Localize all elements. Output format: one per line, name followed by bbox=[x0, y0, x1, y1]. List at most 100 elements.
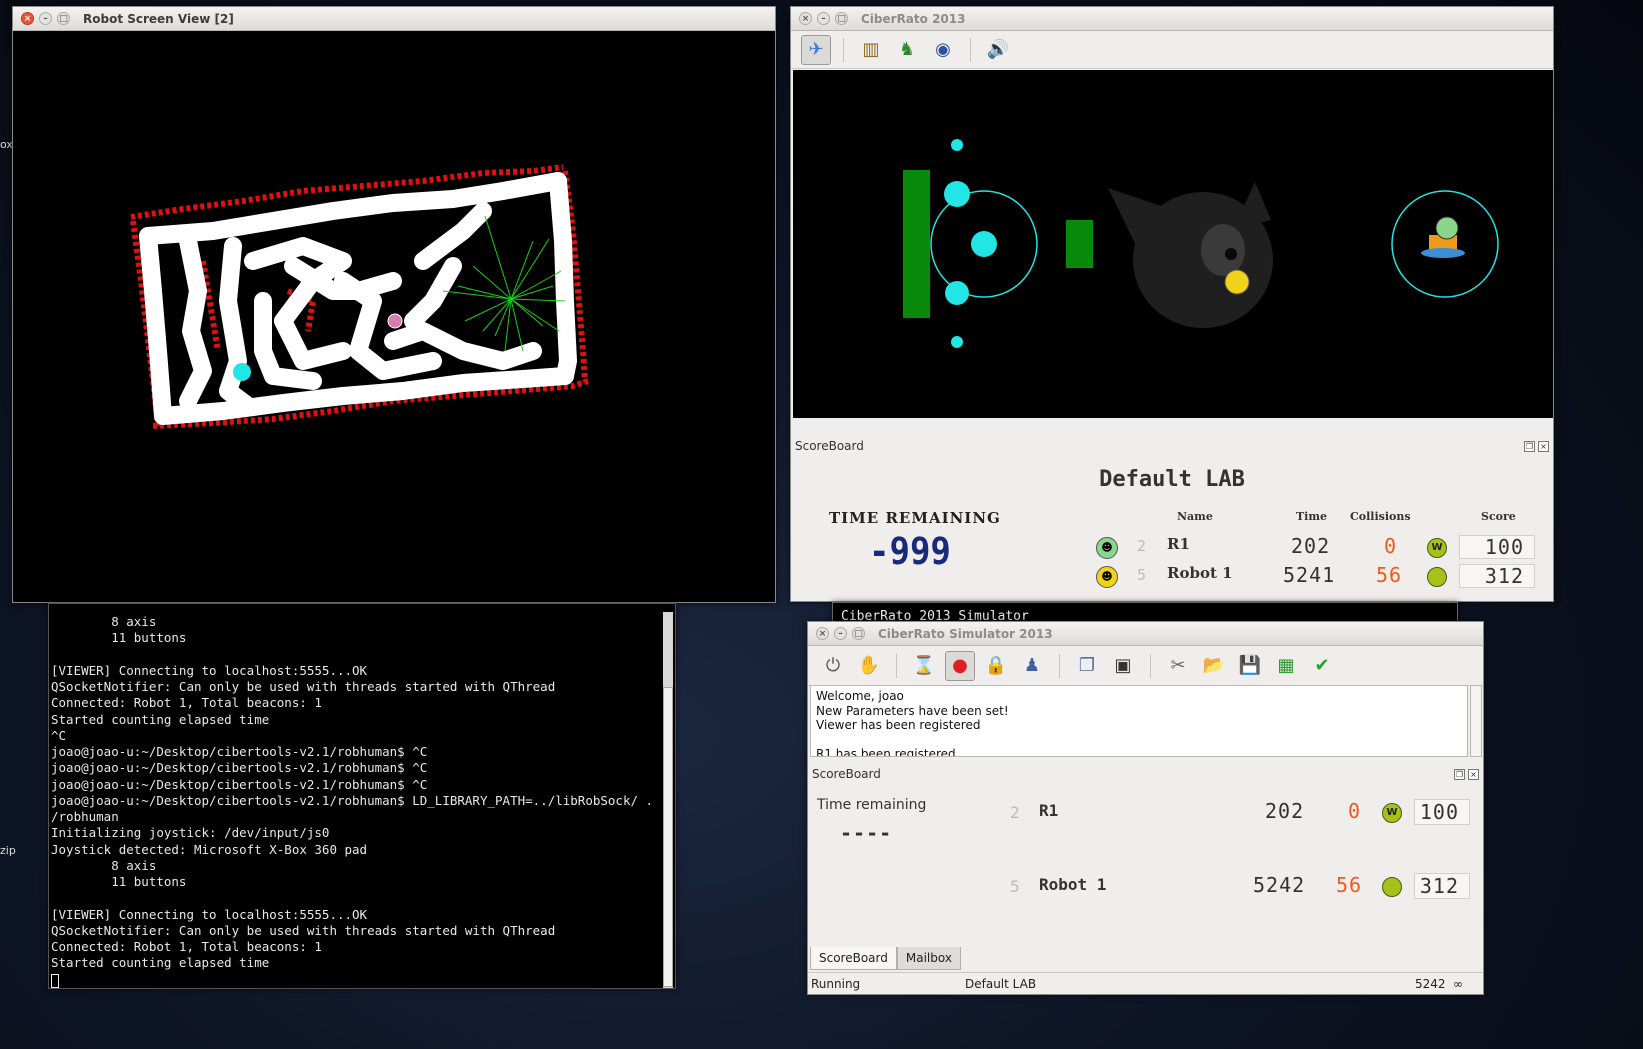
robot-r1-avatar: ☻ bbox=[1096, 537, 1118, 559]
scrollbar-thumb[interactable] bbox=[663, 687, 673, 987]
hourglass-icon[interactable]: ⌛ bbox=[909, 651, 939, 681]
beacon-dot bbox=[951, 336, 963, 348]
robot-add-icon[interactable]: ♟ bbox=[1017, 651, 1047, 681]
minimize-icon[interactable]: – bbox=[817, 12, 830, 25]
robot-view-titlebar[interactable]: × – □ Robot Screen View [2] bbox=[13, 7, 775, 31]
message-line: Viewer has been registered bbox=[816, 718, 981, 732]
row-score: 100 bbox=[1459, 535, 1535, 559]
simulator-titlebar[interactable]: × – □ CiberRato Simulator 2013 bbox=[808, 622, 1483, 646]
connect-icon[interactable]: ✈ bbox=[801, 34, 831, 65]
wall-block bbox=[1066, 220, 1093, 268]
time-remaining-value: ---- bbox=[840, 821, 893, 845]
start-icon[interactable]: ● bbox=[945, 650, 975, 681]
time-remaining-value: -999 bbox=[869, 530, 951, 574]
stop-hand-icon[interactable]: ✋ bbox=[854, 651, 884, 681]
desktop-label-ox: ox bbox=[0, 138, 13, 151]
status-infinity: ∞ bbox=[1453, 977, 1463, 991]
status-bar: Running Default LAB 5242 ∞ bbox=[808, 972, 1483, 994]
message-log-scrollbar[interactable] bbox=[1470, 685, 1482, 757]
books-icon[interactable]: ▥ bbox=[856, 35, 886, 65]
terminal-line: joao@joao-u:~/Desktop/cibertools-v2.1/ro… bbox=[51, 744, 428, 759]
wall-ball-icon: W bbox=[1427, 538, 1447, 558]
tools-icon[interactable]: ✂ bbox=[1163, 651, 1193, 681]
power-icon[interactable]: ⏻ bbox=[818, 651, 848, 681]
row-name: R1 bbox=[1167, 535, 1190, 553]
camera-icon[interactable]: ◉ bbox=[928, 35, 958, 65]
check-icon[interactable]: ✔ bbox=[1307, 651, 1337, 681]
terminal-cursor bbox=[51, 973, 59, 988]
tab-scoreboard[interactable]: ScoreBoard bbox=[810, 947, 897, 970]
speaker-icon[interactable]: 🔊 bbox=[983, 35, 1013, 65]
window-title: CiberRato 2013 bbox=[861, 11, 966, 26]
minimize-icon[interactable]: – bbox=[39, 12, 52, 25]
ciberrato-titlebar[interactable]: × – □ CiberRato 2013 bbox=[791, 7, 1553, 31]
lock-icon[interactable]: 🔒 bbox=[981, 651, 1011, 681]
row-score: 100 bbox=[1414, 799, 1470, 825]
status-lab: Default LAB bbox=[965, 977, 1037, 991]
close-icon[interactable]: × bbox=[1468, 768, 1479, 780]
robot-r1-icon bbox=[1435, 216, 1459, 240]
explored-map bbox=[130, 164, 589, 429]
terminal-line: Joystick detected: Microsoft X-Box 360 p… bbox=[51, 841, 368, 857]
row-time: 5242 bbox=[1253, 873, 1306, 897]
monitor-icon[interactable]: ▣ bbox=[1108, 651, 1138, 681]
robot-icon[interactable]: ♞ bbox=[892, 35, 922, 65]
tab-mailbox[interactable]: Mailbox bbox=[896, 947, 961, 970]
close-icon[interactable]: × bbox=[1538, 440, 1549, 452]
message-line: New Parameters have been set! bbox=[816, 703, 1009, 718]
row-time: 5241 bbox=[1283, 563, 1336, 587]
arena-view bbox=[793, 70, 1553, 418]
terminal-line: Started counting elapsed time bbox=[51, 955, 270, 971]
terminal-window[interactable]: 8 axis 11 buttons [VIEWER] Connecting to… bbox=[48, 603, 676, 989]
terminal-line: ^C bbox=[51, 727, 67, 743]
maximize-icon[interactable]: □ bbox=[57, 12, 70, 25]
row-position: 2 bbox=[1137, 537, 1148, 555]
maximize-icon[interactable]: □ bbox=[835, 12, 848, 25]
float-icon[interactable]: ❐ bbox=[1454, 768, 1465, 780]
wall-block bbox=[903, 170, 930, 318]
terminal-line: QSocketNotifier: Can only be used with t… bbox=[51, 679, 556, 694]
message-log[interactable]: Welcome, joao New Parameters have been s… bbox=[810, 685, 1468, 757]
row-time: 202 bbox=[1291, 534, 1331, 558]
toolbar-separator bbox=[970, 37, 971, 62]
float-icon[interactable]: ❐ bbox=[1524, 440, 1535, 452]
open-folder-icon[interactable]: 📂 bbox=[1199, 651, 1229, 681]
column-header-name: Name bbox=[1177, 510, 1213, 523]
toolbar-separator bbox=[843, 37, 844, 62]
windows-icon[interactable]: ❐ bbox=[1072, 651, 1102, 681]
terminal-scrollbar[interactable] bbox=[663, 612, 673, 988]
column-header-collisions: Collisions bbox=[1350, 510, 1411, 523]
message-line: R1 has been registered bbox=[816, 747, 956, 757]
row-score: 312 bbox=[1459, 564, 1535, 588]
terminal-line: 11 buttons bbox=[51, 630, 187, 646]
row-time: 202 bbox=[1265, 799, 1305, 823]
terminal-line: 11 buttons bbox=[51, 874, 187, 889]
ciberrato-viewer-window: × – □ CiberRato 2013 ✈ ▥ ♞ ◉ 🔊 ScoreBoar… bbox=[790, 6, 1554, 602]
terminal-line: /robhuman bbox=[51, 809, 119, 824]
window-title: CiberRato Simulator 2013 bbox=[878, 626, 1053, 641]
ball-icon bbox=[1427, 567, 1447, 587]
close-icon[interactable]: × bbox=[799, 12, 812, 25]
save-icon[interactable]: 💾 bbox=[1235, 651, 1265, 681]
close-icon[interactable]: × bbox=[21, 12, 34, 25]
robot-screen-view-window: × – □ Robot Screen View [2] bbox=[12, 6, 776, 603]
maximize-icon[interactable]: □ bbox=[852, 627, 865, 640]
terminal-line: Initializing joystick: /dev/input/js0 bbox=[51, 825, 330, 841]
status-time: 5242 bbox=[1415, 977, 1446, 991]
minimize-icon[interactable]: – bbox=[834, 627, 847, 640]
film-icon[interactable]: ▦ bbox=[1271, 651, 1301, 681]
robot-1-icon bbox=[1224, 269, 1250, 295]
beacon-dot bbox=[971, 231, 997, 257]
simulator-scoreboard-panel: ScoreBoard ❐ × Time remaining ---- 2 R1 … bbox=[808, 765, 1483, 955]
beacon-dot bbox=[951, 139, 963, 151]
close-icon[interactable]: × bbox=[816, 627, 829, 640]
message-line: Welcome, joao bbox=[816, 689, 904, 703]
window-title: Robot Screen View [2] bbox=[83, 11, 234, 26]
column-header-score: Score bbox=[1481, 510, 1516, 523]
terminal-line: 8 axis bbox=[51, 857, 157, 873]
dock-title-label: ScoreBoard bbox=[812, 767, 881, 781]
row-name: Robot 1 bbox=[1039, 875, 1107, 894]
terminal-output[interactable]: 8 axis 11 buttons [VIEWER] Connecting to… bbox=[51, 614, 661, 988]
